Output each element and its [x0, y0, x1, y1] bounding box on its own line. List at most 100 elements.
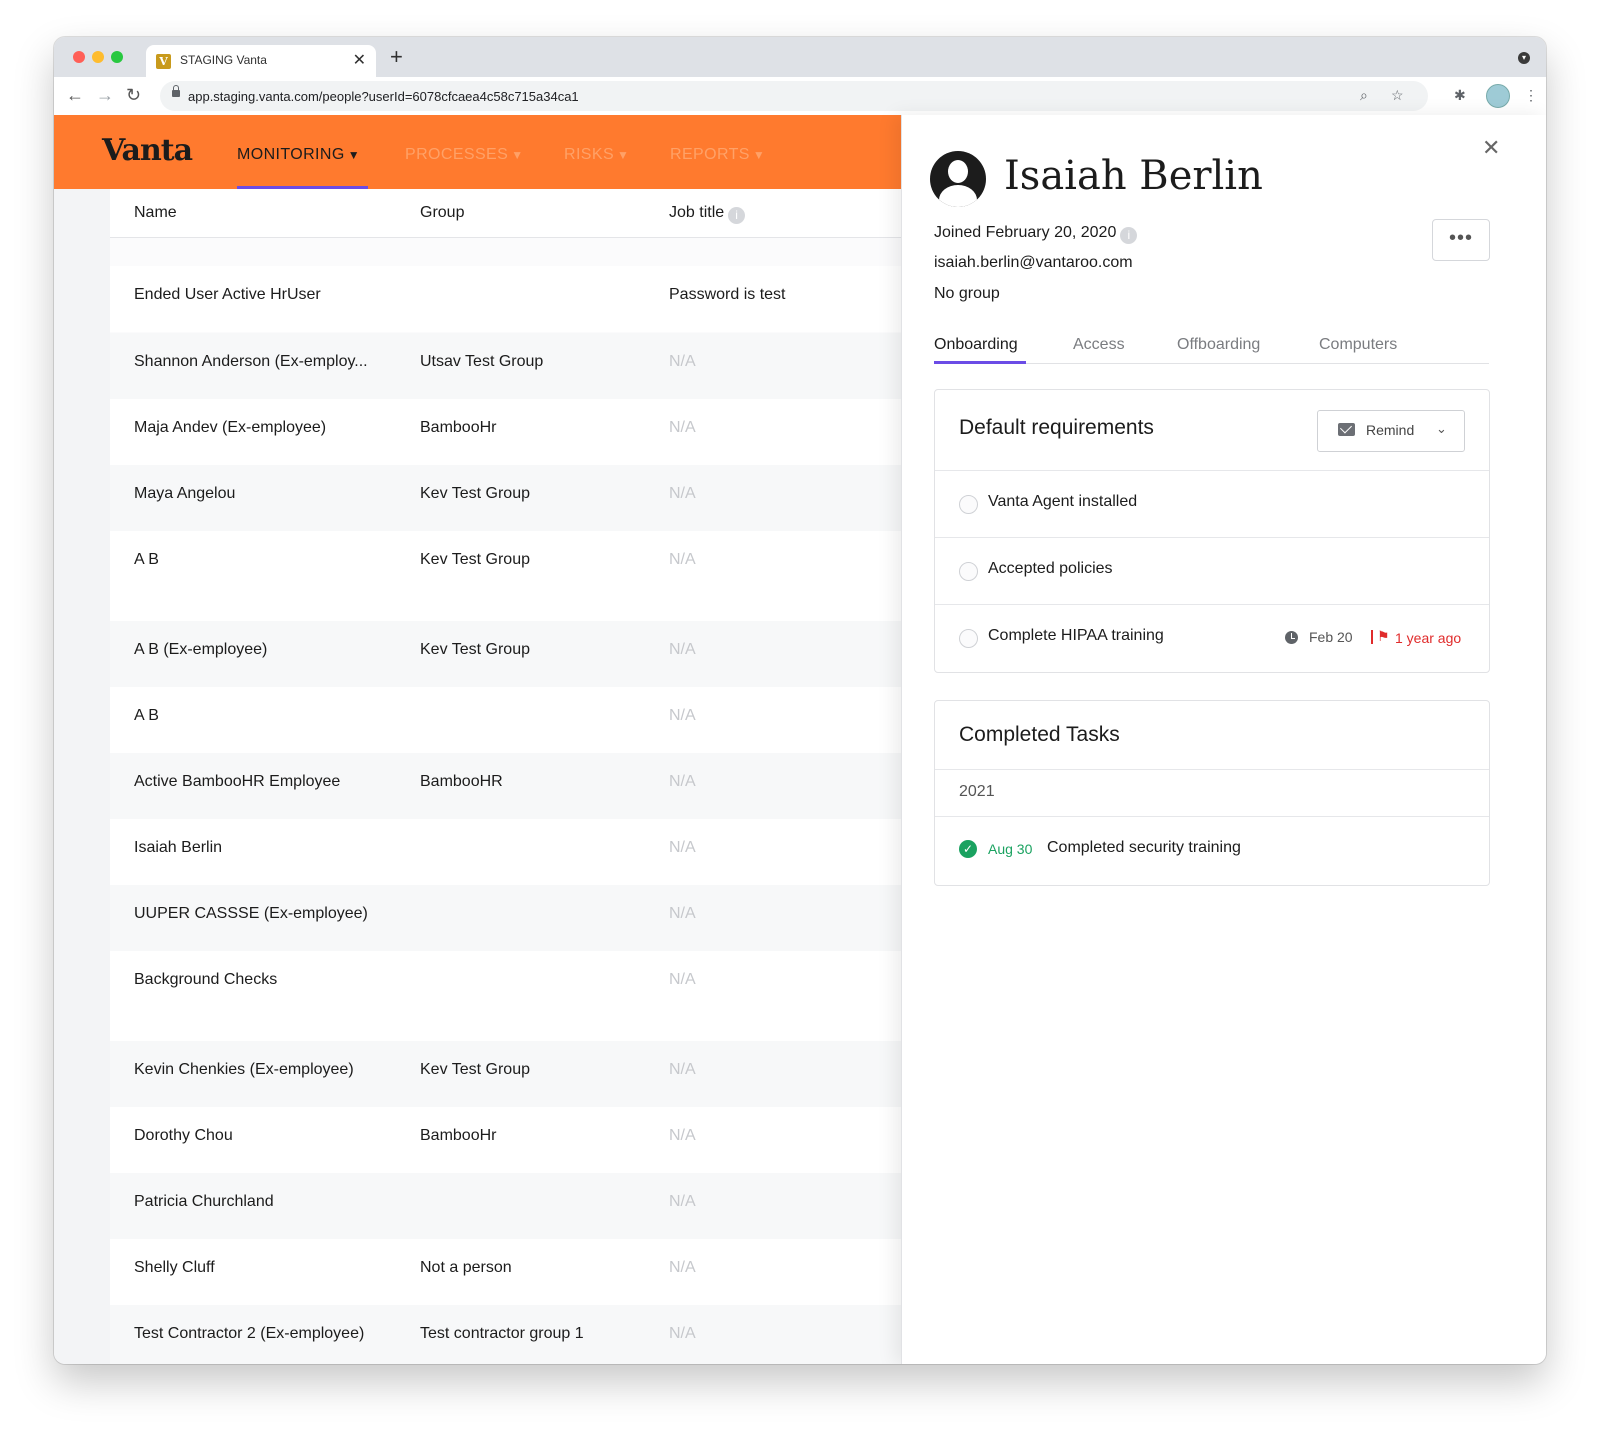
remind-button[interactable]: Remind ⌄	[1317, 410, 1465, 452]
chevron-down-icon: ▼	[347, 148, 360, 162]
cell-group: BambooHr	[420, 1127, 497, 1144]
tab-computers[interactable]: Computers	[1319, 336, 1397, 354]
cell-name: Maja Andev (Ex-employee)	[134, 419, 327, 436]
bookmark-star-icon[interactable]: ☆	[1391, 87, 1404, 104]
nav-risks-label: RISKS	[564, 146, 615, 163]
browser-tab[interactable]: V STAGING Vanta ✕	[146, 45, 376, 77]
browser-menu-icon[interactable]: ⋮	[1524, 87, 1538, 104]
cell-job-title: N/A	[669, 1193, 696, 1210]
new-tab-icon[interactable]: +	[390, 45, 403, 69]
extensions-puzzle-icon[interactable]: ✱	[1454, 87, 1466, 104]
person-avatar-icon	[930, 151, 986, 207]
joined-date: Joined February 20, 2020 i	[934, 224, 1138, 244]
table-row[interactable]: A B (Ex-employee) Kev Test Group N/A	[110, 621, 901, 687]
tab-offboarding[interactable]: Offboarding	[1177, 336, 1260, 354]
table-row[interactable]: Maja Andev (Ex-employee) BambooHr N/A	[110, 399, 901, 465]
cell-job-title: N/A	[669, 1325, 696, 1342]
table-row[interactable]: Isaiah Berlin N/A	[110, 819, 901, 885]
vanta-logo[interactable]: Vanta	[102, 133, 193, 168]
zoom-icon[interactable]: ⌕	[1360, 87, 1368, 104]
active-tab-indicator	[934, 361, 1026, 364]
browser-tab-strip: V STAGING Vanta ✕ + ▾	[54, 37, 1546, 77]
url-text[interactable]: app.staging.vanta.com/people?userId=6078…	[188, 89, 579, 104]
browser-toolbar: ← → ↻ app.staging.vanta.com/people?userI…	[54, 77, 1546, 116]
cell-name: Isaiah Berlin	[134, 839, 223, 856]
table-row[interactable]: UUPER CASSSE (Ex-employee) N/A	[110, 885, 901, 951]
table-row[interactable]: Background Checks N/A	[110, 951, 901, 1041]
cell-job-title: N/A	[669, 1127, 696, 1144]
page-content: Vanta MONITORING ▼ PROCESSES ▼ RISKS ▼ REPO…	[54, 115, 1546, 1364]
chevron-down-icon: ▼	[752, 148, 766, 162]
cell-name: Dorothy Chou	[134, 1127, 233, 1144]
more-options-button[interactable]: •••	[1432, 219, 1490, 261]
table-row[interactable]: Test Contractor 2 (Ex-employee) Test cont…	[110, 1305, 901, 1364]
cell-job-title: Password is test	[669, 286, 786, 303]
cell-job-title: N/A	[669, 839, 696, 856]
back-icon[interactable]: ←	[66, 85, 84, 105]
info-icon[interactable]: i	[1120, 227, 1138, 244]
cell-group: Utsav Test Group	[420, 353, 544, 370]
table-row[interactable]: Kevin Chenkies (Ex-employee) Kev Test Gro…	[110, 1041, 901, 1107]
address-bar[interactable]: app.staging.vanta.com/people?userId=6078…	[160, 81, 1428, 111]
tab-title: STAGING Vanta	[180, 53, 267, 67]
tab-onboarding[interactable]: Onboarding	[934, 336, 1018, 354]
close-icon[interactable]: ✕	[1482, 135, 1500, 161]
cell-group: Test contractor group 1	[420, 1325, 584, 1342]
requirement-label: Accepted policies	[988, 560, 1113, 577]
person-detail-panel: ✕ Isaiah Berlin Joined February 20, 2020…	[901, 115, 1546, 1364]
requirement-status-radio[interactable]	[959, 495, 978, 514]
check-circle-icon: ✓	[959, 840, 977, 858]
nav-risks[interactable]: RISKS ▼	[564, 146, 629, 164]
cell-job-title: N/A	[669, 1061, 696, 1078]
column-header-name[interactable]: Name	[134, 204, 177, 222]
table-row[interactable]: Shannon Anderson (Ex-employ... Utsav Test…	[110, 333, 901, 399]
table-row[interactable]: Dorothy Chou BambooHr N/A	[110, 1107, 901, 1173]
minimize-window-button[interactable]	[92, 51, 104, 63]
requirement-item[interactable]: Accepted policies	[935, 537, 1489, 604]
overdue-marker	[1371, 630, 1373, 644]
left-gutter	[54, 189, 110, 1364]
due-date: Feb 20	[1309, 629, 1353, 645]
tab-search-icon[interactable]: ▾	[1518, 52, 1530, 64]
requirement-item[interactable]: Complete HIPAA training Feb 20 ⚑ 1 year …	[935, 604, 1489, 671]
forward-icon[interactable]: →	[96, 85, 114, 105]
requirement-status-radio[interactable]	[959, 562, 978, 581]
completed-tasks-title: Completed Tasks	[959, 723, 1120, 746]
table-row[interactable]: Patricia Churchland N/A	[110, 1173, 901, 1239]
table-row[interactable]: Active BambooHR Employee BambooHR N/A	[110, 753, 901, 819]
table-row[interactable]: Shelly Cluff Not a person N/A	[110, 1239, 901, 1305]
nav-processes[interactable]: PROCESSES ▼	[405, 146, 523, 164]
requirement-item[interactable]: Vanta Agent installed	[935, 470, 1489, 537]
nav-monitoring[interactable]: MONITORING ▼	[237, 146, 360, 164]
remind-label: Remind	[1366, 422, 1415, 438]
cell-name: Shannon Anderson (Ex-employ...	[134, 353, 368, 370]
cell-job-title: N/A	[669, 551, 696, 568]
cell-job-title: N/A	[669, 707, 696, 724]
table-row[interactable]: Maya Angelou Kev Test Group N/A	[110, 465, 901, 531]
tab-access[interactable]: Access	[1073, 336, 1125, 354]
maximize-window-button[interactable]	[111, 51, 123, 63]
column-header-group[interactable]: Group	[420, 204, 464, 222]
tab-close-icon[interactable]: ✕	[353, 50, 366, 70]
top-navigation: Vanta MONITORING ▼ PROCESSES ▼ RISKS ▼ REPO…	[54, 115, 901, 189]
cell-name: Patricia Churchland	[134, 1193, 274, 1210]
reload-icon[interactable]: ↻	[126, 85, 141, 105]
requirement-status-radio[interactable]	[959, 629, 978, 648]
table-row[interactable]: A B Kev Test Group N/A	[110, 531, 901, 621]
cell-group: Kev Test Group	[420, 551, 530, 568]
profile-avatar-icon[interactable]	[1486, 84, 1510, 108]
column-header-job-title[interactable]: Job title i	[669, 204, 746, 224]
close-window-button[interactable]	[73, 51, 85, 63]
overdue-text: 1 year ago	[1395, 630, 1462, 646]
nav-reports[interactable]: REPORTS ▼	[670, 146, 765, 164]
info-icon[interactable]: i	[728, 207, 746, 224]
completed-tasks-card: Completed Tasks 2021 ✓ Aug 30 Completed …	[934, 700, 1490, 886]
lock-icon	[172, 85, 180, 97]
table-row[interactable]: Ended User Active HrUser Password is test	[110, 266, 901, 332]
year-group-header: 2021	[935, 769, 1489, 817]
requirement-label: Vanta Agent installed	[988, 493, 1138, 510]
cell-job-title: N/A	[669, 641, 696, 658]
cell-name: UUPER CASSSE (Ex-employee)	[134, 905, 368, 922]
chevron-down-icon: ⌄	[1436, 421, 1447, 436]
table-row[interactable]: A B N/A	[110, 687, 901, 753]
